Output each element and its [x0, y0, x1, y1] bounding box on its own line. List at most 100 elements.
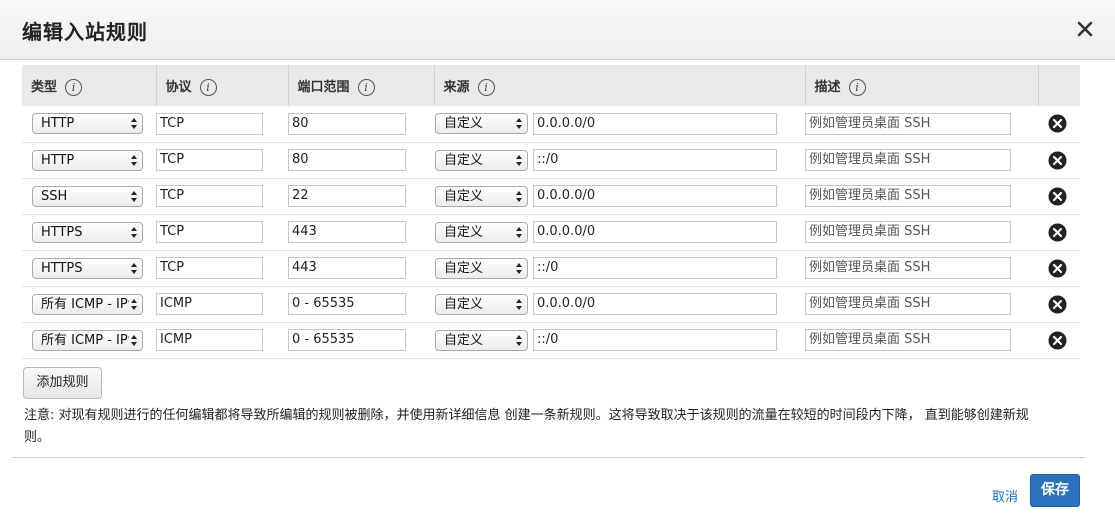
source-select[interactable]: 自定义	[435, 293, 528, 315]
cidr-input[interactable]: 0.0.0.0/0	[533, 221, 777, 243]
description-input[interactable]: 例如管理员桌面 SSH	[805, 185, 1011, 207]
port-range-field: 80	[288, 112, 406, 135]
rules-table: 类型 i 协议 i 端口范围 i 来源 i 描述 i HTTP TCP 80 自定义 0.0…	[22, 65, 1080, 359]
source-select[interactable]: 自定义	[435, 149, 528, 171]
table-header-row: 类型 i 协议 i 端口范围 i 来源 i 描述 i	[22, 65, 1080, 106]
select-arrows-icon	[131, 190, 137, 202]
port-range-field: 0 - 65535	[288, 329, 406, 351]
type-select-value: HTTPS	[41, 260, 83, 276]
cidr-input[interactable]: 0.0.0.0/0	[533, 112, 777, 135]
type-select[interactable]: 所有 ICMP - IPv4	[32, 293, 143, 315]
cidr-input[interactable]: ::/0	[533, 329, 777, 351]
description-input[interactable]: 例如管理员桌面 SSH	[805, 149, 1011, 171]
info-icon[interactable]: i	[65, 78, 83, 96]
select-arrows-icon	[131, 118, 137, 130]
source-select-value: 自定义	[444, 296, 484, 312]
header-description: 描述 i	[805, 65, 1039, 106]
source-select-value: 自定义	[444, 152, 484, 168]
port-range-field: 443	[288, 221, 406, 243]
header-source: 来源 i	[434, 65, 806, 106]
type-select[interactable]: SSH	[32, 185, 143, 207]
source-select-value: 自定义	[444, 116, 484, 132]
close-icon[interactable]	[1074, 18, 1096, 40]
select-arrows-icon	[131, 226, 137, 238]
delete-rule-icon[interactable]	[1048, 259, 1067, 278]
dialog-header: 编辑入站规则	[0, 0, 1115, 60]
type-select[interactable]: 所有 ICMP - IPv6	[32, 329, 143, 351]
description-input[interactable]: 例如管理员桌面 SSH	[805, 221, 1011, 243]
delete-rule-icon[interactable]	[1048, 187, 1067, 206]
table-row: HTTP TCP 80 自定义 0.0.0.0/0 例如管理员桌面 SSH	[22, 106, 1080, 143]
description-input[interactable]: 例如管理员桌面 SSH	[805, 257, 1011, 279]
table-row: HTTP TCP 80 自定义::/0 例如管理员桌面 SSH	[22, 142, 1080, 179]
delete-rule-icon[interactable]	[1048, 223, 1067, 242]
select-arrows-icon	[131, 334, 137, 346]
info-icon[interactable]: i	[848, 78, 866, 96]
table-row: HTTPS TCP 443 自定义 0.0.0.0/0 例如管理员桌面 SSH	[22, 214, 1080, 251]
protocol-field: TCP	[156, 149, 263, 171]
header-source-label: 来源	[443, 79, 470, 95]
select-arrows-icon	[516, 154, 522, 166]
type-select-value: HTTP	[41, 152, 75, 168]
protocol-field: TCP	[156, 221, 263, 243]
type-select-value: HTTP	[41, 116, 75, 132]
table-row: 所有 ICMP - IPv4 ICMP 0 - 65535 自定义 0.0.0.0…	[22, 286, 1080, 323]
table-row: SSH TCP 22 自定义 0.0.0.0/0 例如管理员桌面 SSH	[22, 178, 1080, 215]
description-input[interactable]: 例如管理员桌面 SSH	[805, 329, 1011, 351]
select-arrows-icon	[516, 190, 522, 202]
header-protocol: 协议 i	[156, 65, 289, 106]
protocol-field: TCP	[156, 112, 263, 135]
port-range-field: 22	[288, 185, 406, 207]
protocol-field: ICMP	[156, 329, 263, 351]
source-select[interactable]: 自定义	[435, 221, 528, 243]
port-range-field: 80	[288, 149, 406, 171]
source-select[interactable]: 自定义	[435, 113, 528, 135]
info-icon[interactable]: i	[199, 78, 217, 96]
delete-rule-icon[interactable]	[1048, 331, 1067, 350]
type-select[interactable]: HTTP	[32, 149, 143, 171]
type-select-value: 所有 ICMP - IPv6	[41, 332, 129, 348]
description-input[interactable]: 例如管理员桌面 SSH	[805, 293, 1011, 315]
type-select-value: HTTPS	[41, 224, 83, 240]
edit-warning-note: 注意: 对现有规则进行的任何编辑都将导致所编辑的规则被删除，并使用新详细信息 创…	[24, 408, 1029, 445]
source-select[interactable]: 自定义	[435, 257, 528, 279]
type-select-value: 所有 ICMP - IPv4	[41, 296, 129, 312]
header-type: 类型 i	[22, 65, 157, 106]
protocol-field: ICMP	[156, 293, 263, 315]
save-button[interactable]: 保存	[1030, 474, 1080, 507]
source-select[interactable]: 自定义	[435, 329, 528, 351]
select-arrows-icon	[131, 298, 137, 310]
delete-rule-icon[interactable]	[1048, 151, 1067, 170]
type-select[interactable]: HTTPS	[32, 221, 143, 243]
source-select-value: 自定义	[444, 260, 484, 276]
info-icon[interactable]: i	[357, 78, 375, 96]
delete-rule-icon[interactable]	[1048, 114, 1067, 133]
delete-rule-icon[interactable]	[1048, 295, 1067, 314]
port-range-field: 0 - 65535	[288, 293, 406, 315]
table-row: HTTPS TCP 443 自定义::/0 例如管理员桌面 SSH	[22, 250, 1080, 287]
source-select-value: 自定义	[444, 332, 484, 348]
cancel-link[interactable]: 取消	[992, 486, 1018, 505]
dialog-title: 编辑入站规则	[22, 20, 148, 44]
select-arrows-icon	[516, 262, 522, 274]
select-arrows-icon	[516, 118, 522, 130]
cidr-input[interactable]: ::/0	[533, 257, 777, 279]
description-input[interactable]: 例如管理员桌面 SSH	[805, 112, 1011, 135]
table-row: 所有 ICMP - IPv6 ICMP 0 - 65535 自定义::/0 例如…	[22, 322, 1080, 359]
source-select-value: 自定义	[444, 188, 484, 204]
source-select[interactable]: 自定义	[435, 185, 528, 207]
cidr-input[interactable]: ::/0	[533, 149, 777, 171]
type-select[interactable]: HTTP	[32, 113, 143, 135]
protocol-field: TCP	[156, 185, 263, 207]
cidr-input[interactable]: 0.0.0.0/0	[533, 293, 777, 315]
header-type-label: 类型	[31, 79, 58, 95]
header-port-range-label: 端口范围	[297, 79, 350, 95]
add-rule-button[interactable]: 添加规则	[23, 367, 102, 399]
select-arrows-icon	[131, 262, 137, 274]
type-select[interactable]: HTTPS	[32, 257, 143, 279]
select-arrows-icon	[516, 226, 522, 238]
source-select-value: 自定义	[444, 224, 484, 240]
footer-divider	[12, 457, 1085, 458]
cidr-input[interactable]: 0.0.0.0/0	[533, 185, 777, 207]
info-icon[interactable]: i	[477, 78, 495, 96]
